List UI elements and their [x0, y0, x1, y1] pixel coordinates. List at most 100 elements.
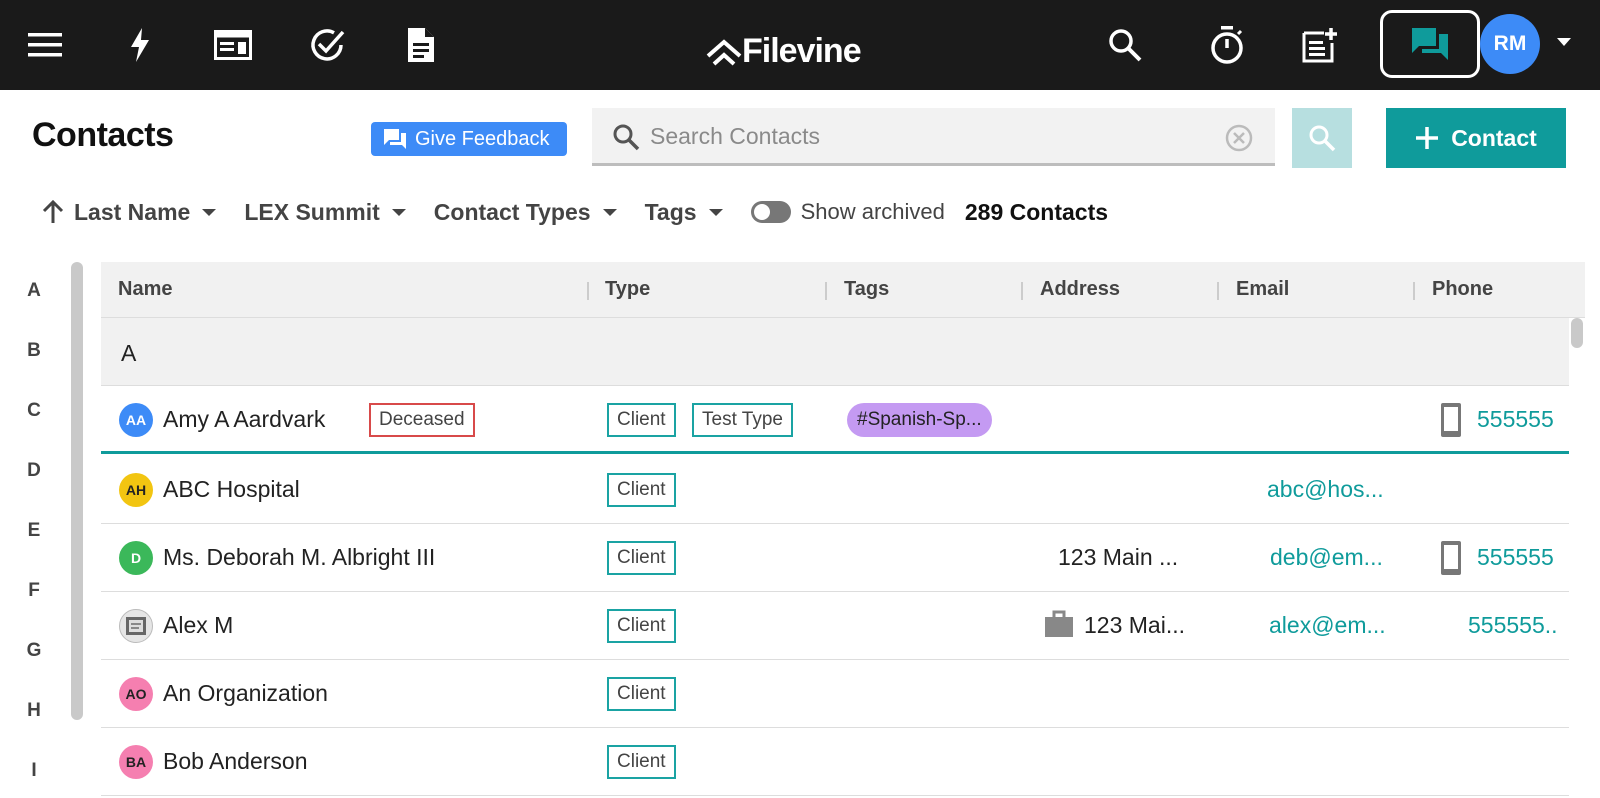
column-header-type[interactable]: Type — [605, 278, 650, 301]
contact-name: Ms. Deborah M. Albright III — [163, 544, 436, 570]
plus-icon — [1416, 127, 1439, 149]
user-avatar[interactable]: RM — [1480, 14, 1540, 74]
column-header-name[interactable]: Name — [118, 278, 172, 301]
check-circle-icon[interactable] — [302, 20, 352, 70]
contact-name: ABC Hospital — [163, 476, 300, 502]
chat-icon — [1412, 28, 1448, 60]
document-icon[interactable] — [396, 20, 446, 70]
table-row[interactable]: BA Bob Anderson Client — [101, 728, 1569, 796]
type-chip: Client — [607, 403, 676, 437]
contact-address: 123 Mai... — [1084, 612, 1185, 638]
page-title: Contacts — [32, 116, 174, 154]
search-input[interactable] — [650, 116, 1220, 156]
top-nav-bar: Filevine RM — [0, 0, 1600, 90]
filter-bar: Last Name LEX Summit Contact Types Tags … — [40, 192, 1108, 232]
show-archived-label: Show archived — [800, 199, 945, 224]
chat-button[interactable] — [1380, 10, 1480, 78]
column-resizer[interactable] — [1413, 282, 1415, 300]
type-chip: Client — [607, 609, 676, 643]
give-feedback-label: Give Feedback — [415, 127, 550, 150]
contact-phone[interactable]: 555555.. — [1468, 612, 1558, 639]
type-chip: Client — [607, 473, 676, 507]
table-row[interactable]: AH ABC Hospital Client abc@hos... — [101, 456, 1569, 524]
clear-icon[interactable] — [1225, 124, 1253, 152]
search-icon — [613, 124, 640, 151]
tags-dropdown[interactable]: Tags — [645, 199, 723, 226]
alpha-letter[interactable]: A — [18, 280, 50, 302]
group-label: A — [121, 340, 137, 366]
contacts-table: Name Type Tags Address Email Phone A AA … — [101, 262, 1585, 798]
org-dropdown[interactable]: LEX Summit — [244, 198, 406, 226]
search-icon — [1309, 125, 1336, 152]
table-header: Name Type Tags Address Email Phone — [101, 262, 1585, 318]
column-resizer[interactable] — [1021, 282, 1023, 300]
alpha-letter[interactable]: H — [18, 700, 50, 722]
sort-label: Last Name — [74, 198, 191, 225]
alpha-letter[interactable]: D — [18, 460, 50, 482]
contact-phone[interactable]: 555555 — [1477, 406, 1554, 433]
alpha-letter[interactable]: C — [18, 400, 50, 422]
table-row[interactable]: Alex M Client 123 Mai... alex@em... 5555… — [101, 592, 1569, 660]
chevron-down-icon — [602, 208, 617, 216]
table-row[interactable]: D Ms. Deborah M. Albright III Client 123… — [101, 524, 1569, 592]
alpha-letter[interactable]: B — [18, 340, 50, 362]
show-archived-toggle[interactable] — [750, 201, 791, 223]
column-resizer[interactable] — [825, 282, 827, 300]
alpha-letter[interactable]: F — [18, 580, 50, 602]
contact-phone[interactable]: 555555 — [1477, 544, 1554, 571]
org-label: LEX Summit — [244, 198, 380, 225]
chevron-down-icon — [391, 208, 406, 216]
table-scrollbar[interactable] — [1571, 318, 1583, 348]
avatar-image — [119, 609, 153, 643]
type-chip: Test Type — [692, 403, 793, 437]
alphabet-scrollbar[interactable] — [71, 262, 83, 720]
search-icon[interactable] — [1100, 20, 1150, 70]
column-resizer[interactable] — [587, 282, 589, 300]
give-feedback-button[interactable]: Give Feedback — [371, 122, 567, 156]
contact-name: Amy A Aardvark — [163, 406, 326, 432]
dashboard-icon[interactable] — [208, 20, 258, 70]
timer-icon[interactable] — [1202, 20, 1252, 70]
contact-name: Alex M — [163, 612, 234, 638]
contact-email[interactable]: abc@hos... — [1267, 476, 1384, 503]
add-contact-label: Contact — [1451, 124, 1537, 151]
alpha-letter[interactable]: G — [18, 640, 50, 662]
contact-email[interactable]: alex@em... — [1269, 612, 1386, 639]
avatar: AH — [119, 473, 153, 507]
logo-text: Filevine — [742, 32, 862, 70]
group-header-row: A — [101, 318, 1569, 386]
profile-photo-icon — [126, 617, 146, 635]
column-resizer[interactable] — [1217, 282, 1219, 300]
add-contact-button[interactable]: Contact — [1386, 108, 1566, 168]
column-header-email[interactable]: Email — [1236, 278, 1289, 301]
mobile-phone-icon — [1441, 541, 1461, 575]
sort-last-name-dropdown[interactable]: Last Name — [40, 198, 217, 226]
contact-name: An Organization — [163, 680, 328, 706]
chevron-down-icon[interactable] — [1557, 38, 1571, 46]
bolt-icon[interactable] — [115, 20, 165, 70]
contact-email[interactable]: deb@em... — [1270, 544, 1383, 571]
column-header-tags[interactable]: Tags — [844, 278, 889, 301]
filevine-logo[interactable]: Filevine — [706, 18, 862, 70]
column-header-address[interactable]: Address — [1040, 278, 1120, 301]
search-contacts-box — [592, 108, 1275, 166]
menu-icon[interactable] — [20, 20, 70, 70]
avatar: D — [119, 541, 153, 575]
avatar: BA — [119, 745, 153, 779]
column-header-phone[interactable]: Phone — [1432, 278, 1493, 301]
contact-address: 123 Main ... — [1058, 544, 1179, 570]
contact-types-dropdown[interactable]: Contact Types — [434, 199, 617, 226]
alpha-letter[interactable]: E — [18, 520, 50, 542]
search-submit-button[interactable] — [1292, 108, 1352, 168]
table-row[interactable]: AO An Organization Client — [101, 660, 1569, 728]
chevron-down-icon — [202, 208, 217, 216]
note-add-icon[interactable] — [1295, 20, 1345, 70]
avatar: AA — [119, 403, 153, 437]
alpha-letter[interactable]: I — [18, 760, 50, 782]
arrow-up-icon — [42, 199, 64, 223]
chevron-down-icon — [708, 208, 723, 216]
avatar: AO — [119, 677, 153, 711]
table-row[interactable]: AA Amy A Aardvark Deceased Client Test T… — [101, 386, 1569, 454]
tag-pill[interactable]: #Spanish-Sp... — [847, 403, 992, 437]
type-chip: Client — [607, 745, 676, 779]
